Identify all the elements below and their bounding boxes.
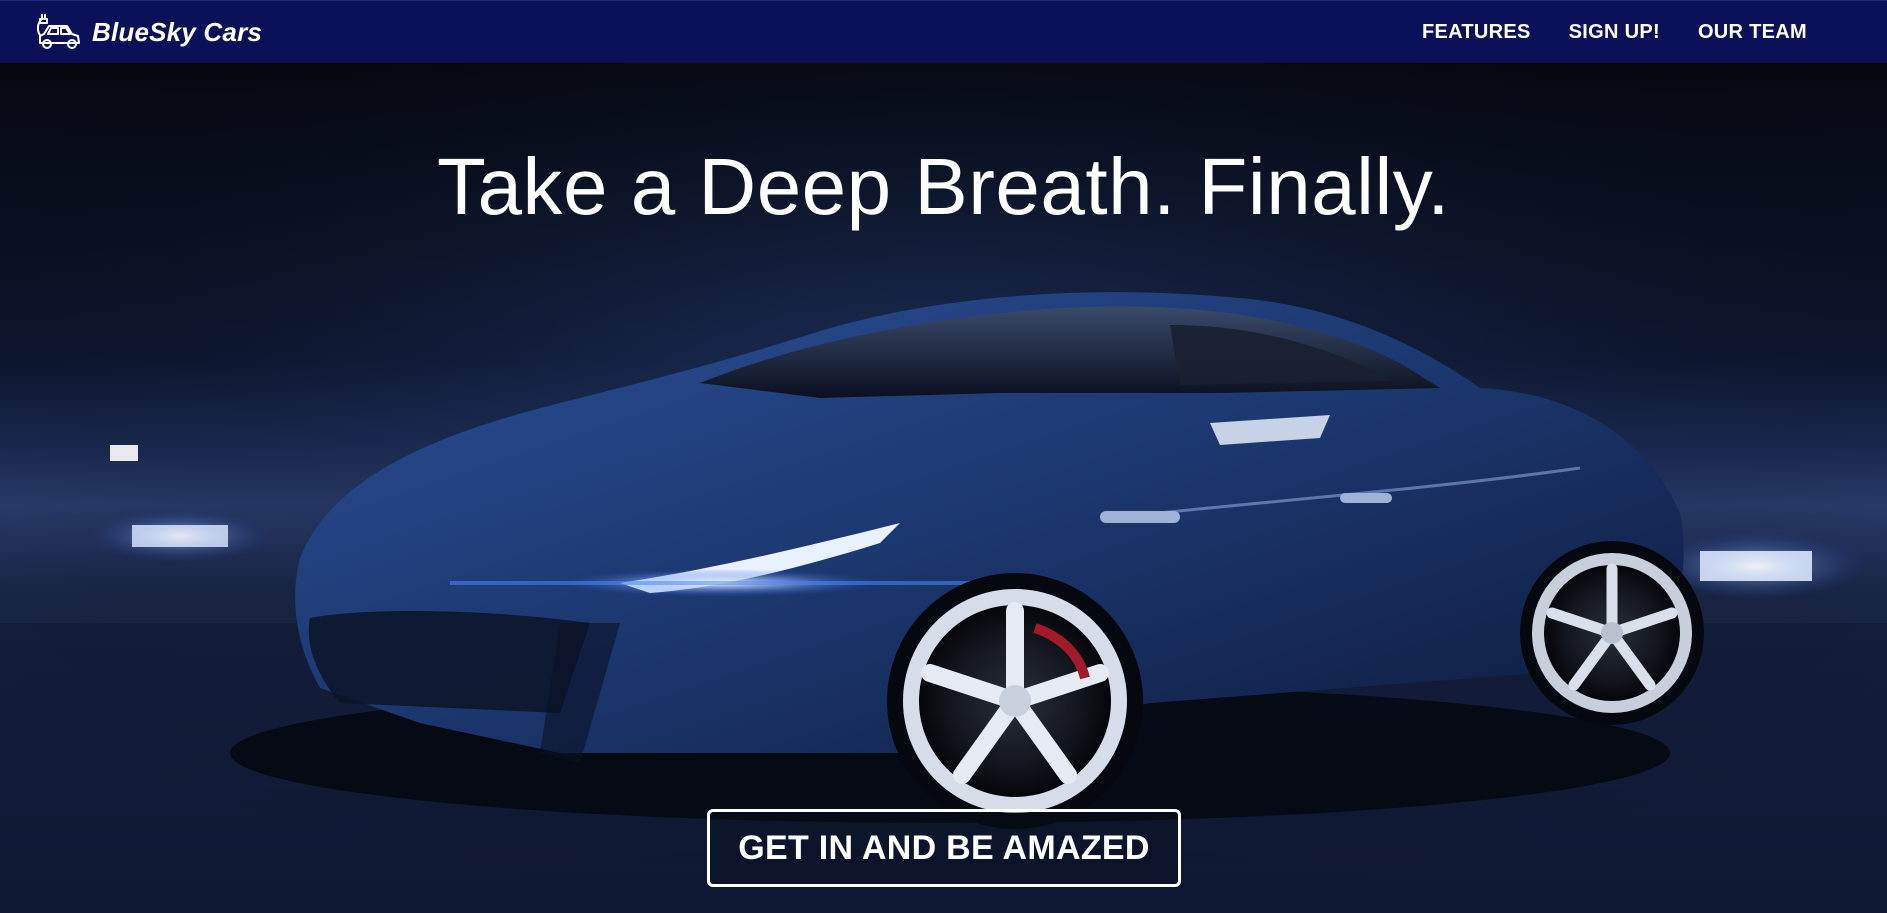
nav-link-our-team[interactable]: OUR TEAM <box>1698 21 1807 44</box>
nav-links: FEATURES SIGN UP! OUR TEAM <box>1384 1 1807 64</box>
hero-section: Take a Deep Breath. Finally. GET IN AND … <box>0 63 1887 913</box>
brand-name: BlueSky Cars <box>92 16 263 47</box>
get-in-cta-button[interactable]: GET IN AND BE AMAZED <box>707 809 1181 887</box>
nav-link-sign-up[interactable]: SIGN UP! <box>1569 21 1660 44</box>
hero-headline: Take a Deep Breath. Finally. <box>436 142 1451 231</box>
electric-car-icon <box>36 14 80 49</box>
top-navbar: BlueSky Cars FEATURES SIGN UP! OUR TEAM <box>0 0 1887 63</box>
brand-logo-link[interactable]: BlueSky Cars <box>34 9 262 55</box>
nav-link-features[interactable]: FEATURES <box>1422 21 1531 44</box>
